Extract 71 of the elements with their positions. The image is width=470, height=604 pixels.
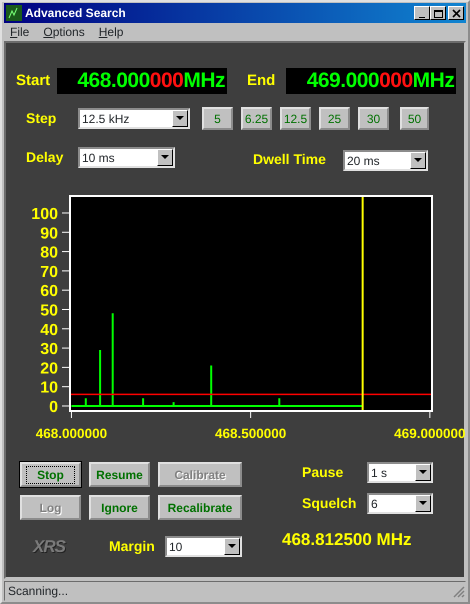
step-preset-button[interactable]: 25 (319, 107, 350, 130)
delay-dropdown[interactable]: 10 ms (78, 147, 175, 168)
y-axis-label: 50 (40, 302, 58, 320)
resize-grip-icon[interactable] (453, 586, 465, 598)
y-axis-label: 60 (40, 283, 58, 300)
dropdown-arrow-icon[interactable] (228, 544, 236, 550)
x-axis-label: 468.500000 (214, 426, 286, 441)
dropdown-arrow-icon[interactable] (161, 155, 169, 160)
margin-dropdown[interactable]: 10 (164, 536, 242, 558)
action-button[interactable]: Resume (89, 462, 150, 487)
tick-mark (62, 251, 70, 252)
action-button[interactable]: Stop (20, 462, 81, 487)
tick-mark (62, 386, 70, 388)
close-button[interactable] (448, 6, 464, 20)
tick-mark (62, 328, 70, 330)
step-preset-button[interactable]: 5 (202, 107, 233, 130)
logo: XRS (33, 536, 65, 558)
tick-mark (429, 412, 430, 418)
menu-item[interactable]: Help (98, 23, 124, 41)
close-icon[interactable] (450, 8, 462, 18)
menu-item[interactable]: File (10, 23, 30, 41)
frequency-display: 468.000000MHz (57, 68, 227, 94)
dwell-time-dropdown[interactable]: 20 ms (343, 150, 428, 171)
field-label: Delay (26, 148, 64, 167)
status-text: Scanning... (8, 583, 68, 600)
step-preset-button[interactable]: 6.25 (241, 107, 272, 130)
field-label: Pause (302, 463, 344, 482)
x-axis-label: 468.000000 (36, 426, 108, 441)
y-axis-label: 20 (40, 360, 58, 378)
dropdown-arrow-icon[interactable] (419, 470, 427, 475)
y-axis-label: 90 (40, 225, 58, 242)
current-frequency: 468.812500 MHz (282, 529, 412, 551)
tick-mark (62, 348, 70, 349)
menu-item[interactable]: Options (43, 23, 85, 41)
action-button[interactable]: Ignore (89, 495, 150, 520)
dropdown-arrow-icon[interactable] (176, 116, 184, 121)
step-dropdown[interactable]: 12.5 kHz (78, 108, 190, 129)
y-axis-label: 100 (31, 206, 58, 223)
frequency-label: Start (16, 70, 52, 91)
y-axis-label: 30 (40, 341, 58, 358)
field-label: Dwell Time (253, 150, 327, 168)
maximize-button[interactable] (430, 6, 446, 20)
frequency-display: 469.000000MHz (286, 68, 456, 94)
dropdown-arrow-icon[interactable] (414, 158, 422, 163)
app-icon (6, 5, 22, 21)
tick-mark (62, 212, 70, 214)
frequency-label: End (247, 70, 276, 91)
tick-mark (62, 290, 70, 291)
tick-mark (62, 308, 70, 310)
y-axis-label: 40 (40, 322, 58, 339)
minimize-button[interactable] (414, 6, 430, 20)
step-preset-button[interactable]: 50 (400, 107, 429, 130)
pause-dropdown[interactable]: 1 s (367, 462, 433, 483)
window-title: Advanced Search (25, 5, 126, 22)
y-axis-label: 10 (40, 380, 58, 397)
field-label: Margin (108, 537, 156, 556)
tick-mark (250, 412, 252, 418)
maximize-icon[interactable] (432, 8, 444, 18)
y-axis-label: 0 (49, 398, 58, 416)
y-axis-label: 70 (40, 264, 58, 281)
field-label: Step (26, 109, 58, 128)
tick-mark (62, 366, 70, 368)
tick-mark (62, 232, 70, 233)
tick-mark (62, 270, 70, 272)
dropdown-arrow-icon[interactable] (419, 501, 427, 506)
step-preset-button[interactable]: 12.5 (280, 107, 311, 130)
step-preset-button[interactable]: 30 (358, 107, 389, 130)
action-button[interactable]: Recalibrate (158, 495, 242, 520)
squelch-dropdown[interactable]: 6 (367, 493, 433, 514)
y-axis-label: 80 (40, 244, 58, 262)
field-label: Squelch (302, 494, 358, 513)
